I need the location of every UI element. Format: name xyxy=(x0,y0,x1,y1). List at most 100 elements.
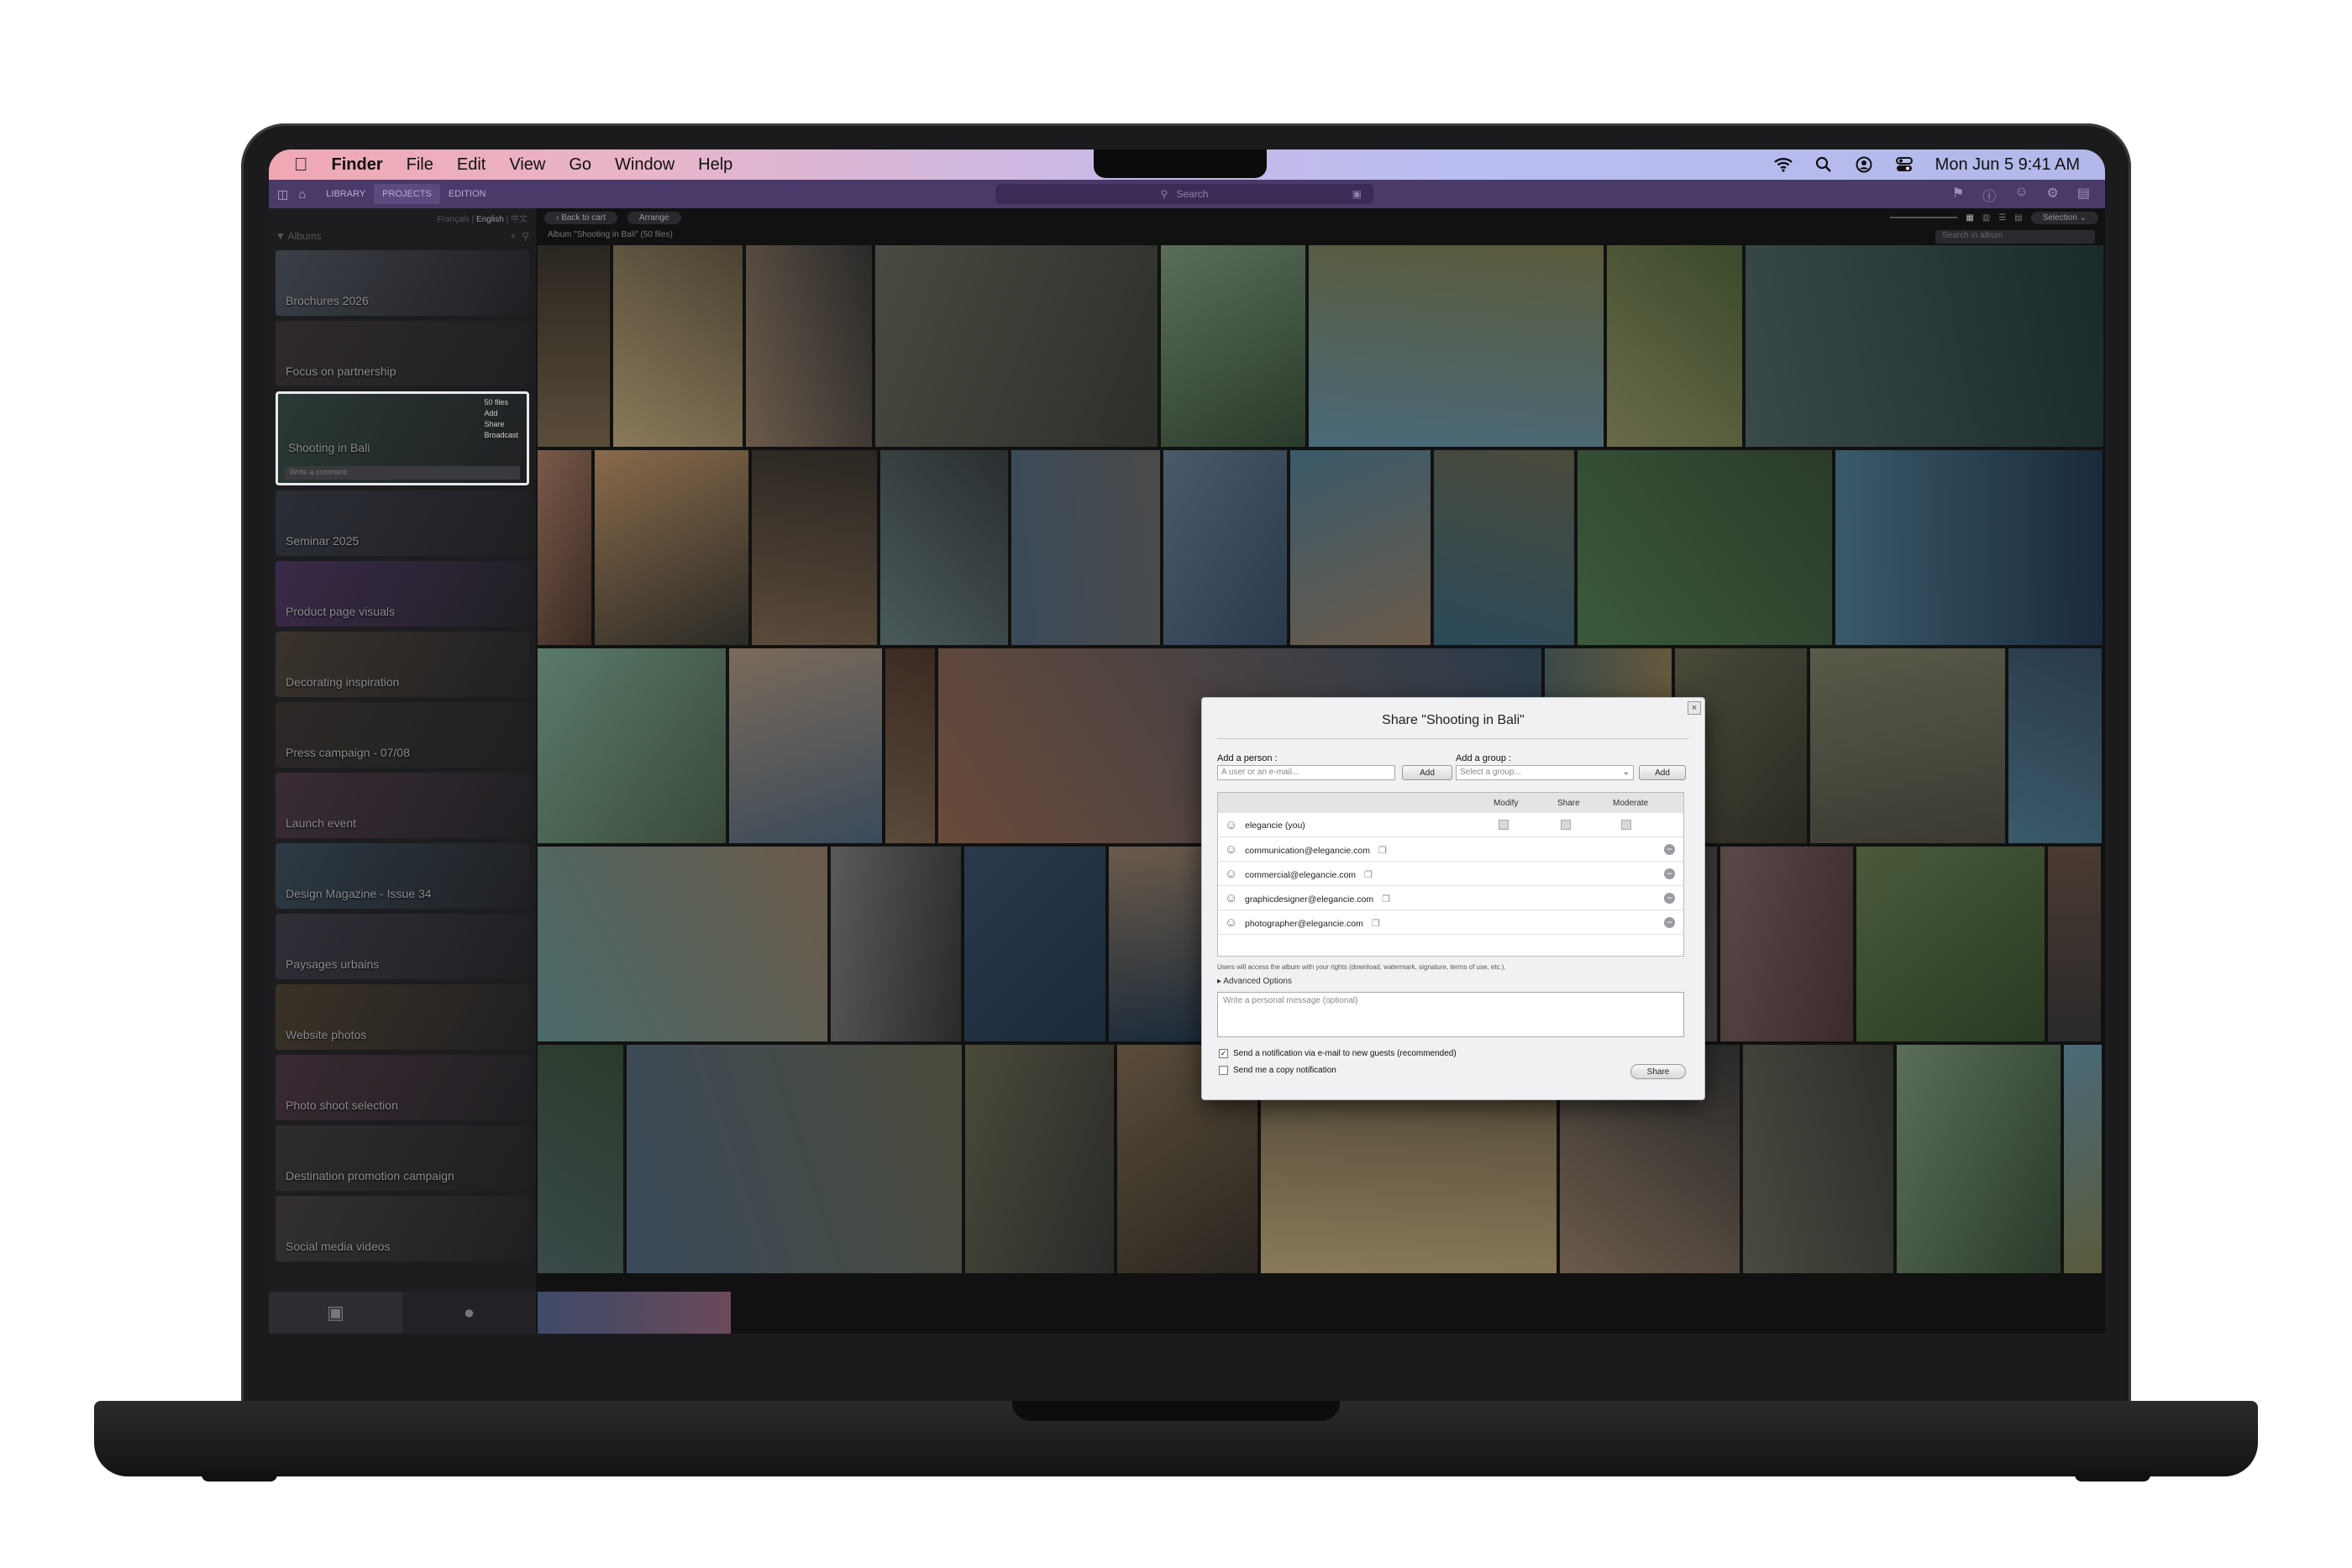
photo-thumbnail[interactable] xyxy=(752,450,877,645)
apple-icon[interactable]:  xyxy=(294,154,308,176)
photos-view-icon[interactable]: ▣ xyxy=(269,1292,402,1334)
album-item[interactable]: Press campaign - 07/08 xyxy=(276,702,529,768)
menu-help[interactable]: Help xyxy=(698,155,732,175)
personal-message-textarea[interactable]: Write a personal message (optional) xyxy=(1217,992,1684,1037)
photo-thumbnail[interactable] xyxy=(1290,450,1431,645)
photo-thumbnail[interactable] xyxy=(1746,245,2103,447)
tab-edition[interactable]: EDITION xyxy=(440,184,495,204)
add-album-icon[interactable]: + xyxy=(511,230,517,242)
tab-library[interactable]: LIBRARY xyxy=(318,184,374,204)
album-item[interactable]: Shooting in Bali 50 files Add Share Broadcas… xyxy=(276,391,529,485)
search-icon[interactable]: ⚲ xyxy=(522,230,529,242)
photo-thumbnail[interactable] xyxy=(746,245,872,447)
copy-icon[interactable]: ❐ xyxy=(1372,919,1380,929)
control-center-icon[interactable] xyxy=(1895,155,1914,174)
album-item[interactable]: Decorating inspiration xyxy=(276,632,529,697)
group-select[interactable]: Select a group... ⌄ xyxy=(1456,765,1634,780)
global-search-input[interactable]: ⚲ Search ▣ xyxy=(995,184,1373,204)
album-action-share[interactable]: Share xyxy=(484,419,518,430)
album-item[interactable]: Destination promotion campaign xyxy=(276,1125,529,1191)
photo-thumbnail[interactable] xyxy=(613,245,743,447)
photo-thumbnail[interactable] xyxy=(538,1045,623,1273)
zoom-slider[interactable] xyxy=(1890,217,1958,218)
wifi-icon[interactable] xyxy=(1773,155,1793,174)
album-item[interactable]: Focus on partnership xyxy=(276,321,529,386)
album-item[interactable]: Website photos xyxy=(276,984,529,1050)
album-item[interactable]: Launch event xyxy=(276,773,529,838)
photo-thumbnail[interactable] xyxy=(1835,450,2103,645)
copy-checkbox[interactable] xyxy=(1219,1066,1228,1075)
photo-thumbnail[interactable] xyxy=(2048,847,2101,1041)
photo-thumbnail[interactable] xyxy=(1607,245,1742,447)
photo-thumbnail[interactable] xyxy=(1720,847,1853,1041)
share-button[interactable]: Share xyxy=(1630,1064,1686,1079)
photo-thumbnail[interactable] xyxy=(1309,245,1604,447)
advanced-options-toggle[interactable]: ▸ Advanced Options xyxy=(1217,977,1292,986)
view-grid-icon[interactable]: ▥ xyxy=(1982,213,1990,223)
chat-icon[interactable]: ● xyxy=(402,1292,536,1334)
menu-edit[interactable]: Edit xyxy=(457,155,486,175)
photo-thumbnail[interactable] xyxy=(1578,450,1832,645)
photo-thumbnail[interactable] xyxy=(831,847,961,1041)
menu-view[interactable]: View xyxy=(509,155,545,175)
photo-thumbnail[interactable] xyxy=(1743,1045,1893,1273)
notification-icon[interactable]: ⚑ xyxy=(1952,185,1964,205)
album-item[interactable]: Brochures 2026 xyxy=(276,250,529,316)
lang-chinese[interactable]: 中文 xyxy=(511,215,528,224)
help-icon[interactable]: ⓘ xyxy=(1982,185,1996,205)
tab-projects[interactable]: PROJECTS xyxy=(374,184,440,204)
thumbnail-strip[interactable] xyxy=(538,1292,731,1334)
menu-app-name[interactable]: Finder xyxy=(332,155,383,175)
remove-user-icon[interactable]: − xyxy=(1664,917,1675,928)
photo-thumbnail[interactable] xyxy=(595,450,748,645)
panel-icon[interactable]: ▤ xyxy=(2077,185,2090,205)
selection-dropdown[interactable]: Selection ⌄ xyxy=(2030,211,2098,224)
photo-thumbnail[interactable] xyxy=(1011,450,1160,645)
search-album-input[interactable]: Search in album xyxy=(1935,230,2095,244)
add-person-button[interactable]: Add xyxy=(1402,765,1452,780)
photo-thumbnail[interactable] xyxy=(880,450,1008,645)
view-mosaic-icon[interactable]: ▦ xyxy=(1966,213,1973,223)
photo-thumbnail[interactable] xyxy=(1810,648,2005,843)
person-input[interactable]: A user or an e-mail... xyxy=(1217,765,1395,780)
photo-thumbnail[interactable] xyxy=(885,648,935,843)
photo-thumbnail[interactable] xyxy=(875,245,1158,447)
menu-go[interactable]: Go xyxy=(569,155,591,175)
filter-icon[interactable]: ▼ xyxy=(276,230,286,242)
add-group-button[interactable]: Add xyxy=(1639,765,1686,780)
lang-french[interactable]: Français xyxy=(438,215,470,224)
copy-icon[interactable]: ❐ xyxy=(1364,870,1373,880)
photo-thumbnail[interactable] xyxy=(2008,648,2102,843)
menu-window[interactable]: Window xyxy=(615,155,675,175)
album-action-add[interactable]: Add xyxy=(484,408,518,419)
copy-icon[interactable]: ❐ xyxy=(1378,846,1387,856)
photo-thumbnail[interactable] xyxy=(538,847,827,1041)
copy-checkbox-row[interactable]: Send me a copy notification xyxy=(1219,1066,1336,1075)
album-comment-input[interactable]: Write a comment xyxy=(285,466,520,480)
camera-icon[interactable]: ▣ xyxy=(1352,188,1362,200)
permission-moderate-checkbox[interactable] xyxy=(1621,820,1631,830)
photo-thumbnail[interactable] xyxy=(729,648,882,843)
album-item[interactable]: Paysages urbains xyxy=(276,914,529,979)
permission-share-checkbox[interactable] xyxy=(1561,820,1571,830)
photo-thumbnail[interactable] xyxy=(538,648,726,843)
photo-thumbnail[interactable] xyxy=(965,1045,1114,1273)
photo-thumbnail[interactable] xyxy=(1897,1045,2061,1273)
home-icon[interactable]: ⌂ xyxy=(298,187,306,202)
copy-icon[interactable]: ❐ xyxy=(1382,894,1390,905)
remove-user-icon[interactable]: − xyxy=(1664,844,1675,855)
close-button[interactable]: × xyxy=(1688,701,1701,715)
user-icon[interactable]: ☺ xyxy=(2014,185,2028,205)
sidebar-toggle-icon[interactable]: ◫ xyxy=(277,187,288,202)
menu-clock[interactable]: Mon Jun 5 9:41 AM xyxy=(1935,155,2080,175)
view-list-icon[interactable]: ☰ xyxy=(1998,213,2006,223)
lang-english[interactable]: English xyxy=(476,215,504,224)
album-item[interactable]: Design Magazine - Issue 34 xyxy=(276,843,529,909)
photo-thumbnail[interactable] xyxy=(538,245,610,447)
menu-file[interactable]: File xyxy=(407,155,433,175)
album-item[interactable]: Product page visuals xyxy=(276,561,529,627)
photo-thumbnail[interactable] xyxy=(2064,1045,2102,1273)
view-details-icon[interactable]: ▤ xyxy=(2014,213,2022,223)
back-to-cart-button[interactable]: ‹ Back to cart xyxy=(544,211,617,224)
album-item[interactable]: Social media videos xyxy=(276,1196,529,1261)
